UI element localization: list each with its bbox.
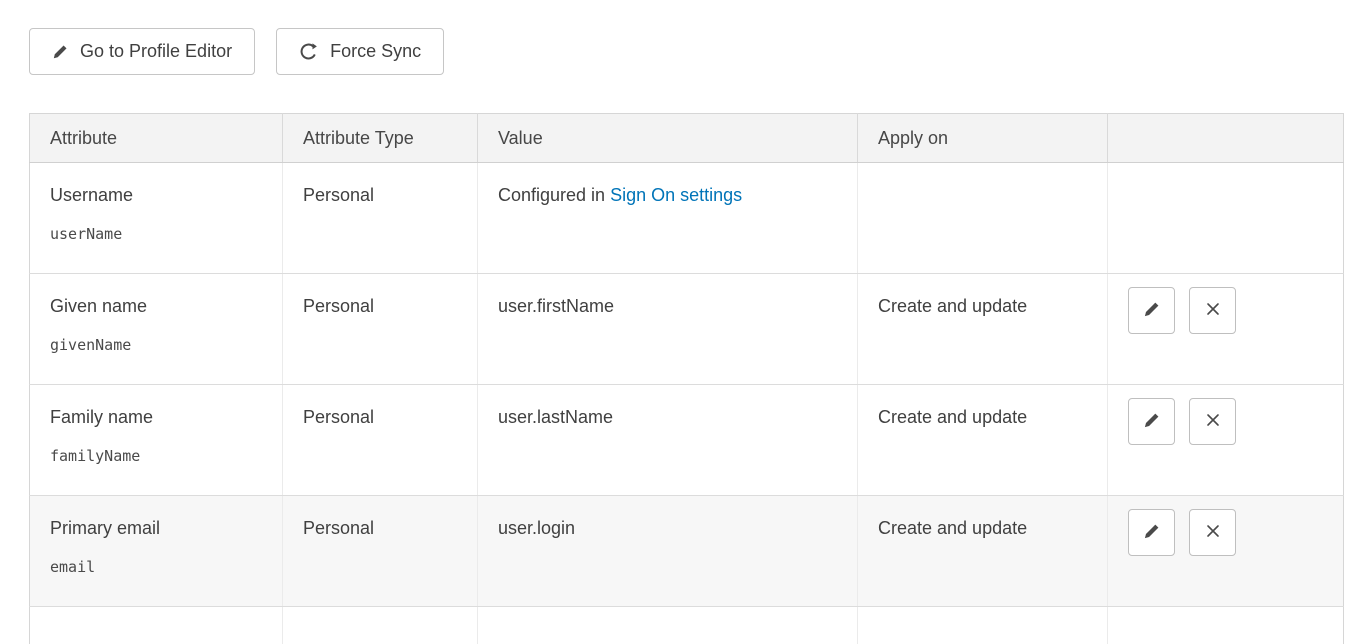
attribute-key: givenName	[50, 334, 272, 356]
row-actions	[1128, 398, 1333, 445]
toolbar: Go to Profile Editor Force Sync	[29, 28, 1343, 75]
delete-attribute-button[interactable]	[1189, 509, 1236, 556]
edit-attribute-button[interactable]	[1128, 398, 1175, 445]
table-row-family-name: Family name familyName Personal user.las…	[30, 385, 1344, 496]
attribute-cell: Given name givenName	[30, 274, 283, 385]
actions-cell	[1108, 163, 1344, 274]
pencil-icon	[52, 44, 68, 60]
attribute-type-cell: Personal	[283, 496, 478, 607]
header-attribute: Attribute	[30, 114, 283, 163]
header-apply-on: Apply on	[858, 114, 1108, 163]
x-icon	[1205, 523, 1221, 542]
go-to-profile-editor-label: Go to Profile Editor	[80, 41, 232, 62]
sign-on-settings-link[interactable]: Sign On settings	[610, 185, 742, 205]
attribute-label: Given name	[50, 295, 272, 317]
edit-attribute-button[interactable]	[1128, 509, 1175, 556]
attribute-label: Username	[50, 184, 272, 206]
apply-on-cell	[858, 163, 1108, 274]
force-sync-button[interactable]: Force Sync	[276, 28, 444, 75]
value-cell: user.lastName	[478, 385, 858, 496]
row-actions	[1128, 509, 1333, 556]
attribute-label: Family name	[50, 406, 272, 428]
attribute-key: userName	[50, 223, 272, 245]
attribute-cell: Username userName	[30, 163, 283, 274]
header-value: Value	[478, 114, 858, 163]
row-actions	[1128, 287, 1333, 334]
attribute-cell: Family name familyName	[30, 385, 283, 496]
pencil-icon	[1143, 523, 1160, 543]
attribute-type-cell: Personal	[283, 163, 478, 274]
delete-attribute-button[interactable]	[1189, 287, 1236, 334]
attribute-key: email	[50, 556, 272, 578]
attribute-mappings-page: Go to Profile Editor Force Sync Attribut…	[0, 0, 1370, 644]
force-sync-label: Force Sync	[330, 41, 421, 62]
value-cell: user.firstName	[478, 274, 858, 385]
attribute-cell: Primary email email	[30, 496, 283, 607]
x-icon	[1205, 301, 1221, 320]
attribute-type-cell: Personal	[283, 385, 478, 496]
apply-on-cell: Create and update	[858, 496, 1108, 607]
actions-cell	[1108, 274, 1344, 385]
go-to-profile-editor-button[interactable]: Go to Profile Editor	[29, 28, 255, 75]
value-cell: user.login	[478, 496, 858, 607]
table-row-given-name: Given name givenName Personal user.first…	[30, 274, 1344, 385]
apply-on-cell: Create and update	[858, 385, 1108, 496]
value-text: Configured in	[498, 185, 605, 205]
pencil-icon	[1143, 301, 1160, 321]
attribute-label: Primary email	[50, 517, 272, 539]
edit-attribute-button[interactable]	[1128, 287, 1175, 334]
pencil-icon	[1143, 412, 1160, 432]
attribute-key: familyName	[50, 445, 272, 467]
delete-attribute-button[interactable]	[1189, 398, 1236, 445]
table-row-username: Username userName Personal Configured in…	[30, 163, 1344, 274]
x-icon	[1205, 412, 1221, 431]
table-row-primary-email: Primary email email Personal user.login …	[30, 496, 1344, 607]
table-row-partial	[30, 607, 1344, 644]
attribute-type-cell: Personal	[283, 274, 478, 385]
value-cell: Configured inSign On settings	[478, 163, 858, 274]
actions-cell	[1108, 385, 1344, 496]
header-attribute-type: Attribute Type	[283, 114, 478, 163]
apply-on-cell: Create and update	[858, 274, 1108, 385]
header-actions	[1108, 114, 1344, 163]
table-header-row: Attribute Attribute Type Value Apply on	[30, 114, 1344, 163]
attribute-type-cell	[283, 607, 478, 644]
actions-cell	[1108, 496, 1344, 607]
actions-cell	[1108, 607, 1344, 644]
attribute-cell	[30, 607, 283, 644]
attribute-mapping-table: Attribute Attribute Type Value Apply on …	[29, 113, 1344, 644]
apply-on-cell	[858, 607, 1108, 644]
refresh-icon	[299, 42, 318, 61]
value-cell	[478, 607, 858, 644]
